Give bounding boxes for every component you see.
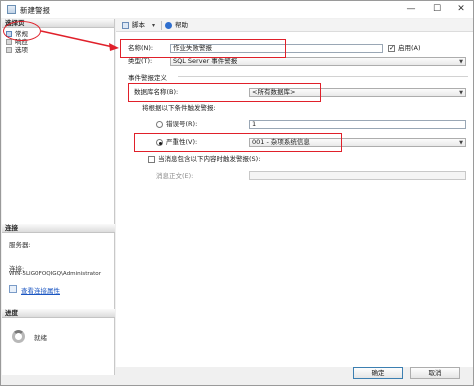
new-alert-window: 新建警报 — ☐ ✕ 选择页 常规 响应 选项 连接 服务器: 连接: WIN-…: [0, 0, 474, 386]
annotation-arrow-icon: [40, 30, 119, 51]
